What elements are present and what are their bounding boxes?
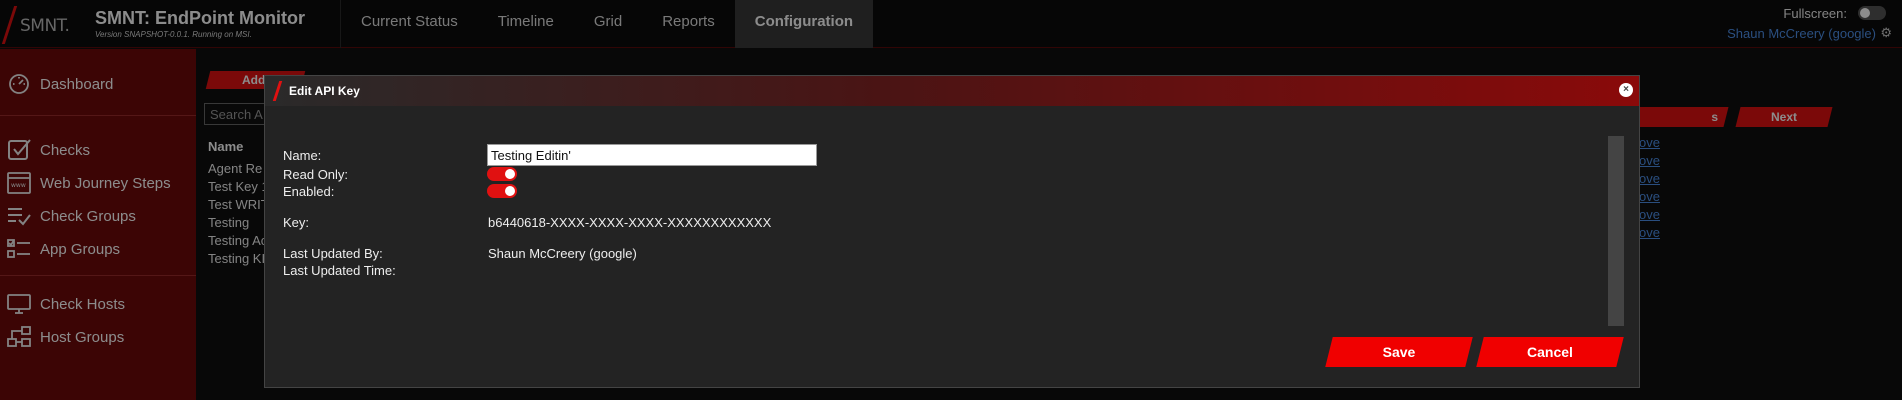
close-icon[interactable]: ×	[1619, 83, 1633, 97]
updated-by-label: Last Updated By:	[283, 246, 383, 261]
dialog-title: Edit API Key	[289, 84, 360, 98]
key-value: b6440618-XXXX-XXXX-XXXX-XXXXXXXXXXXX	[488, 215, 772, 230]
dialog-scrollbar[interactable]	[1608, 136, 1624, 326]
header-slash	[272, 81, 283, 101]
dialog-header: Edit API Key ×	[265, 76, 1639, 106]
read-only-toggle[interactable]	[487, 167, 517, 181]
enabled-label: Enabled:	[283, 184, 335, 199]
name-label: Name:	[283, 148, 322, 163]
read-only-label: Read Only:	[283, 167, 349, 182]
updated-by-value: Shaun McCreery (google)	[488, 246, 637, 261]
key-label: Key:	[283, 215, 310, 230]
cancel-button[interactable]: Cancel	[1476, 337, 1624, 367]
save-button[interactable]: Save	[1325, 337, 1473, 367]
name-input[interactable]	[487, 144, 817, 166]
edit-api-key-dialog: Edit API Key × Name: Read Only: Enabled:…	[264, 75, 1640, 388]
enabled-toggle[interactable]	[487, 184, 517, 198]
updated-time-label: Last Updated Time:	[283, 263, 396, 278]
